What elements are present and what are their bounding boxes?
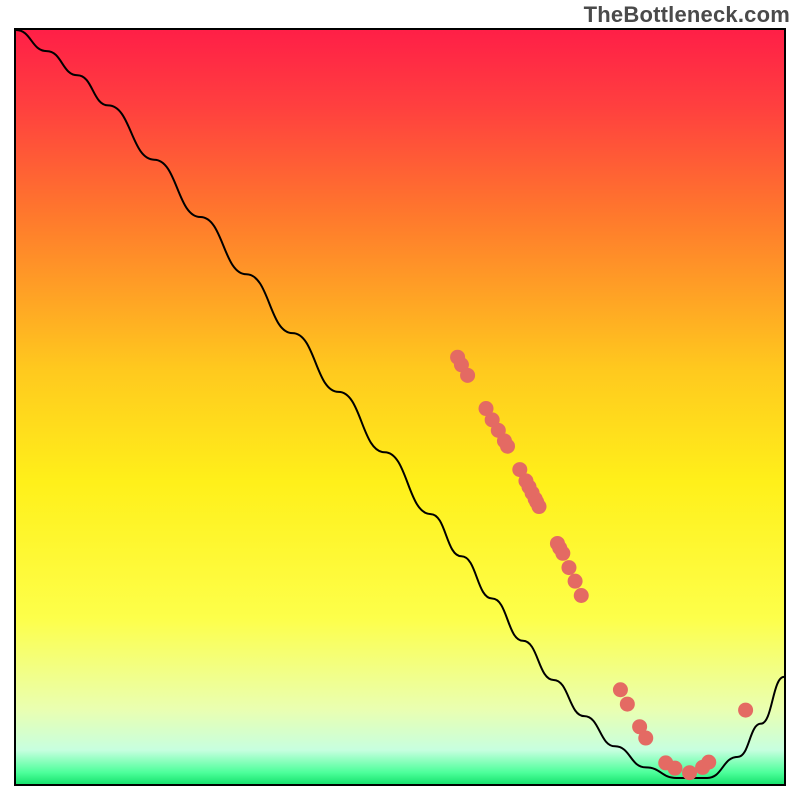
data-marker (613, 682, 628, 697)
data-marker (532, 499, 547, 514)
data-marker (460, 368, 475, 383)
chart-container: TheBottleneck.com (0, 0, 800, 800)
data-marker (620, 697, 635, 712)
data-marker (568, 574, 583, 589)
plot-frame (14, 28, 786, 786)
data-marker (574, 588, 589, 603)
data-marker (555, 546, 570, 561)
data-marker (667, 761, 682, 776)
watermark-text: TheBottleneck.com (584, 2, 790, 28)
plot-svg (16, 30, 784, 784)
data-marker (500, 439, 515, 454)
data-marker (701, 755, 716, 770)
data-marker (638, 731, 653, 746)
data-marker (561, 560, 576, 575)
data-marker (682, 765, 697, 780)
data-marker (738, 703, 753, 718)
gradient-background (16, 30, 784, 784)
